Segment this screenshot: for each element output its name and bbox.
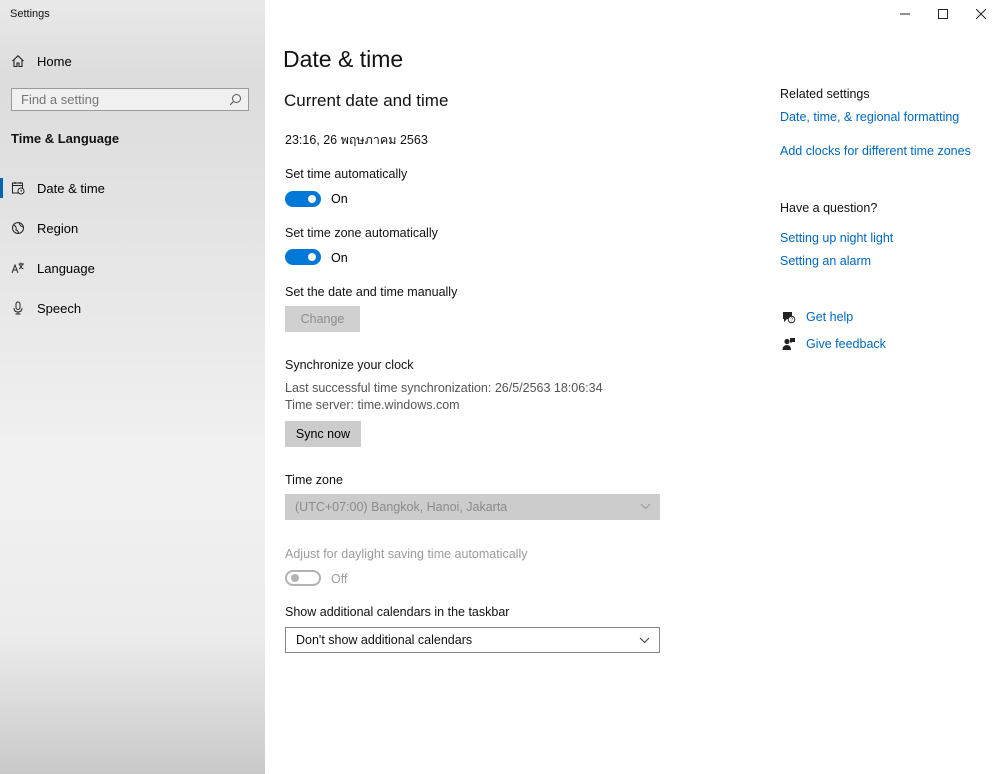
sidebar-item-label: Speech (37, 300, 82, 316)
close-button[interactable] (966, 4, 996, 24)
link-alarm[interactable]: Setting an alarm (780, 254, 871, 268)
language-icon (10, 260, 26, 276)
calendars-select[interactable]: Don't show additional calendars (285, 627, 660, 653)
chevron-down-icon (639, 637, 650, 644)
date-time-icon (10, 180, 26, 196)
give-feedback-link[interactable]: Give feedback (780, 336, 886, 352)
link-night-light[interactable]: Setting up night light (780, 231, 893, 245)
set-tz-auto-label: Set time zone automatically (285, 226, 438, 240)
sidebar-item-date-time[interactable]: Date & time (0, 175, 265, 201)
related-settings-heading: Related settings (780, 87, 870, 101)
sync-now-button[interactable]: Sync now (285, 421, 361, 447)
set-time-auto-toggle[interactable] (285, 191, 321, 207)
search-box[interactable] (11, 88, 249, 111)
last-sync-text: Last successful time synchronization: 26… (285, 381, 603, 395)
toggle-knob (291, 574, 299, 582)
sidebar-item-label: Date & time (37, 180, 105, 196)
sidebar-item-label: Language (37, 260, 95, 276)
current-date-value: 23:16, 26 พฤษภาคม 2563 (285, 133, 428, 147)
toggle-knob (308, 195, 316, 203)
microphone-icon (10, 300, 26, 316)
dst-label: Adjust for daylight saving time automati… (285, 547, 528, 561)
question-heading: Have a question? (780, 201, 878, 215)
page-title: Date & time (283, 46, 404, 72)
nav-home-label: Home (37, 53, 72, 69)
dst-state: Off (331, 572, 348, 586)
sidebar-item-label: Region (37, 220, 79, 236)
sidebar-item-speech[interactable]: Speech (0, 295, 265, 321)
get-help-link[interactable]: ? Get help (780, 309, 853, 325)
window-title: Settings (10, 8, 50, 20)
toggle-knob (308, 253, 316, 261)
nav-home[interactable]: Home (0, 50, 265, 72)
globe-icon (10, 220, 26, 236)
minimize-button[interactable] (890, 4, 920, 24)
main-content: Date & time Current date and time 23:16,… (265, 0, 1000, 774)
set-time-auto-state: On (331, 192, 348, 206)
give-feedback-label: Give feedback (806, 337, 886, 351)
feedback-icon (780, 336, 796, 352)
set-tz-auto-toggle[interactable] (285, 249, 321, 265)
link-regional-formatting[interactable]: Date, time, & regional formatting (780, 110, 959, 124)
calendars-label: Show additional calendars in the taskbar (285, 605, 510, 619)
set-time-auto-label: Set time automatically (285, 167, 408, 181)
help-chat-icon: ? (780, 309, 796, 325)
time-zone-label: Time zone (285, 473, 343, 487)
time-zone-value: (UTC+07:00) Bangkok, Hanoi, Jakarta (295, 500, 508, 514)
manual-date-label: Set the date and time manually (285, 285, 458, 299)
sidebar: Settings Home Time & Language Date & tim… (0, 0, 265, 774)
sidebar-item-region[interactable]: Region (0, 215, 265, 241)
section-title: Time & Language (11, 131, 120, 146)
sync-heading: Synchronize your clock (285, 358, 414, 372)
time-zone-select[interactable]: (UTC+07:00) Bangkok, Hanoi, Jakarta (285, 494, 660, 520)
time-server-text: Time server: time.windows.com (285, 398, 460, 412)
chevron-down-icon (640, 503, 651, 510)
change-button[interactable]: Change (285, 306, 360, 332)
set-tz-auto-state: On (331, 251, 348, 265)
search-input[interactable] (12, 91, 223, 108)
search-icon[interactable] (229, 93, 242, 111)
link-add-clocks[interactable]: Add clocks for different time zones (780, 144, 971, 158)
dst-toggle[interactable] (285, 570, 321, 586)
maximize-button[interactable] (928, 4, 958, 24)
home-icon (10, 53, 26, 69)
minimize-icon (900, 13, 910, 15)
sidebar-item-language[interactable]: Language (0, 255, 265, 281)
maximize-icon (938, 9, 948, 19)
close-icon (976, 9, 986, 19)
svg-text:?: ? (790, 317, 793, 323)
current-date-heading: Current date and time (284, 91, 449, 110)
calendars-value: Don't show additional calendars (296, 633, 473, 647)
get-help-label: Get help (806, 310, 854, 324)
